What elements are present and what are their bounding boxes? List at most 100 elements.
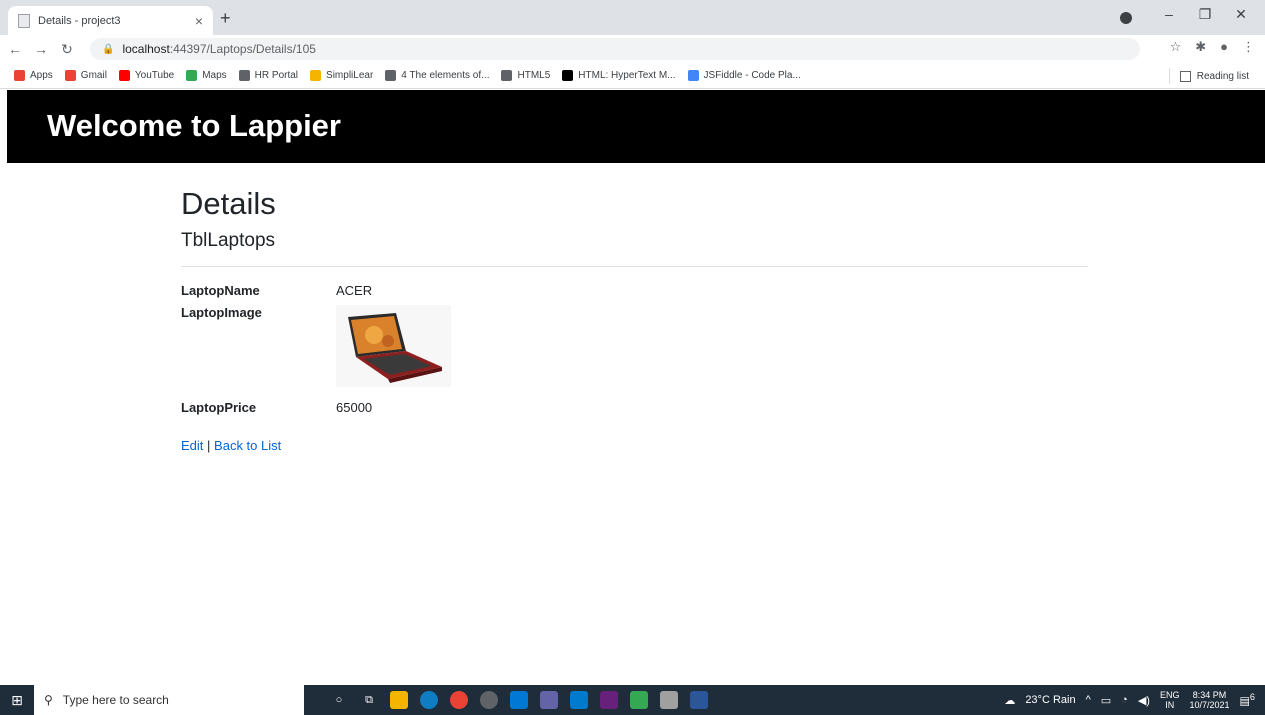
bookmark-label: Gmail [80, 70, 107, 81]
detail-row-name: LaptopName ACER [181, 283, 1088, 305]
language-code: ENG [1159, 690, 1180, 700]
reading-list-label: Reading list [1196, 70, 1249, 82]
laptop-image [336, 305, 451, 387]
system-tray: ☁ 23°C Rain ^ ▭ ◔ ◀) ENG IN 8:34 PM 10/7… [1004, 685, 1255, 715]
paint-icon[interactable] [660, 691, 678, 709]
close-window-icon[interactable]: ✕ [1223, 6, 1259, 23]
file-explorer-icon[interactable] [390, 691, 408, 709]
reload-icon[interactable]: ↻ [56, 41, 78, 58]
laptop-picture [336, 305, 451, 387]
tray-chevron-icon[interactable]: ^ [1086, 694, 1091, 706]
vscode-icon[interactable] [570, 691, 588, 709]
address-bar[interactable]: 🔒 localhost:44397/Laptops/Details/105 [90, 38, 1140, 60]
bookmark-label: Apps [30, 70, 53, 81]
weather-label[interactable]: 23°C Rain [1025, 694, 1075, 706]
new-tab-button[interactable]: + [220, 8, 231, 29]
mdn-icon [562, 70, 574, 81]
bookmark-label: HR Portal [254, 70, 299, 81]
bookmark-item[interactable]: HTML: HyperText M... [562, 70, 676, 81]
teams-icon[interactable] [540, 691, 558, 709]
brand-title: Welcome to Lappier [47, 108, 341, 143]
page-subtitle: TblLaptops [181, 230, 276, 251]
bookmark-label: Maps [202, 70, 227, 81]
extensions-puzzle-icon[interactable]: ✱ [1195, 39, 1206, 55]
bookmark-label: SimpliLear [326, 70, 374, 81]
chrome-icon[interactable] [450, 691, 468, 709]
link-separator: | [207, 438, 211, 453]
page-favicon-icon [18, 13, 30, 28]
bookmark-item[interactable]: YouTube [118, 70, 174, 81]
bookmark-item[interactable]: JSFiddle - Code Pla... [687, 70, 801, 81]
laptop-name-value: ACER [336, 283, 373, 298]
visual-studio-icon[interactable] [600, 691, 618, 709]
lock-icon: 🔒 [102, 43, 115, 55]
back-to-list-link[interactable]: Back to List [214, 438, 281, 453]
globe-icon [501, 70, 513, 81]
bookmark-item[interactable]: HTML5 [501, 70, 550, 81]
bookmarks-bar: Apps Gmail YouTube Maps HR Portal SimpliLear 4… [0, 63, 1265, 89]
back-arrow-icon[interactable]: ← [4, 41, 26, 57]
youtube-icon [118, 70, 130, 81]
bookmark-item[interactable]: Apps [14, 70, 53, 81]
minimize-icon[interactable]: – [1151, 6, 1187, 23]
action-links: Edit | Back to List [181, 438, 281, 453]
laptop-price-value: 65000 [336, 400, 373, 415]
profile-avatar-icon[interactable]: ● [1220, 39, 1228, 55]
bookmark-label: HTML: HyperText M... [578, 70, 676, 81]
details-list: LaptopName ACER LaptopImage LaptopPrice … [181, 283, 1088, 422]
reading-list-button[interactable]: Reading list [1168, 68, 1249, 84]
notification-count: 6 [1249, 692, 1255, 703]
window-controls: – ❐ ✕ [1151, 6, 1259, 23]
reading-list-icon [1179, 70, 1191, 82]
search-placeholder: Type here to search [62, 693, 169, 707]
windows-taskbar: ⊞ ⚲ Type here to search ○ ⧉ ☁ 23°C Rain … [0, 685, 1265, 715]
gmail-icon [64, 70, 76, 81]
browser-app-icon[interactable] [480, 691, 498, 709]
url-host: localhost [122, 42, 170, 56]
browser-tab-strip: Details - project3 × + – ❐ ✕ [0, 0, 1265, 35]
simplilearn-icon [310, 70, 322, 81]
cortana-icon[interactable]: ○ [330, 691, 348, 709]
battery-icon[interactable]: ▭ [1101, 694, 1111, 707]
region-code: IN [1165, 700, 1175, 710]
clock-date: 10/7/2021 [1189, 700, 1230, 710]
jsfiddle-icon [687, 70, 699, 81]
bookmark-item[interactable]: Maps [186, 70, 227, 81]
bookmarks-divider [1168, 68, 1170, 84]
bookmark-item[interactable]: SimpliLear [310, 70, 373, 81]
bookmark-item[interactable]: HR Portal [238, 70, 299, 81]
menu-kebab-icon[interactable]: ⋮ [1242, 39, 1255, 55]
edit-link[interactable]: Edit [181, 438, 203, 453]
bookmark-star-icon[interactable]: ☆ [1170, 39, 1182, 55]
task-view-icon[interactable]: ⧉ [360, 691, 378, 709]
clock[interactable]: 8:34 PM 10/7/2021 [1189, 690, 1229, 710]
tab-close-icon[interactable]: × [195, 13, 203, 29]
bookmark-label: JSFiddle - Code Pla... [703, 70, 801, 81]
notifications-icon[interactable]: ▤6 [1240, 692, 1256, 708]
taskbar-search-box[interactable]: ⚲ Type here to search [34, 685, 304, 715]
divider [181, 266, 1088, 267]
bookmark-item[interactable]: 4 The elements of... [385, 70, 489, 81]
edge-icon[interactable] [420, 691, 438, 709]
browser-toolbar: ← → ↻ 🔒 localhost:44397/Laptops/Details/… [0, 35, 1265, 63]
pinned-apps: ○ ⧉ [330, 691, 708, 709]
clock-time: 8:34 PM [1192, 690, 1227, 700]
detail-row-price: LaptopPrice 65000 [181, 400, 1088, 422]
volume-icon[interactable]: ◀) [1138, 694, 1150, 707]
tab-details[interactable]: Details - project3 × [8, 6, 213, 35]
bookmark-item[interactable]: Gmail [64, 70, 107, 81]
language-indicator[interactable]: ENG IN [1160, 690, 1180, 710]
windows-start-icon[interactable]: ⊞ [0, 692, 34, 709]
tab-search-icon[interactable] [1120, 12, 1132, 24]
bookmark-label: HTML5 [517, 70, 551, 81]
forward-arrow-icon[interactable]: → [30, 41, 52, 57]
laptop-price-label: LaptopPrice [181, 400, 257, 415]
wifi-icon[interactable]: ◔ [1121, 694, 1128, 706]
site-header: Welcome to Lappier [7, 90, 1265, 163]
weather-icon: ☁ [1004, 694, 1016, 707]
outlook-icon[interactable] [510, 691, 528, 709]
maps-app-icon[interactable] [630, 691, 648, 709]
page-title: Details [181, 186, 276, 221]
restore-icon[interactable]: ❐ [1187, 6, 1223, 23]
word-icon[interactable] [690, 691, 708, 709]
